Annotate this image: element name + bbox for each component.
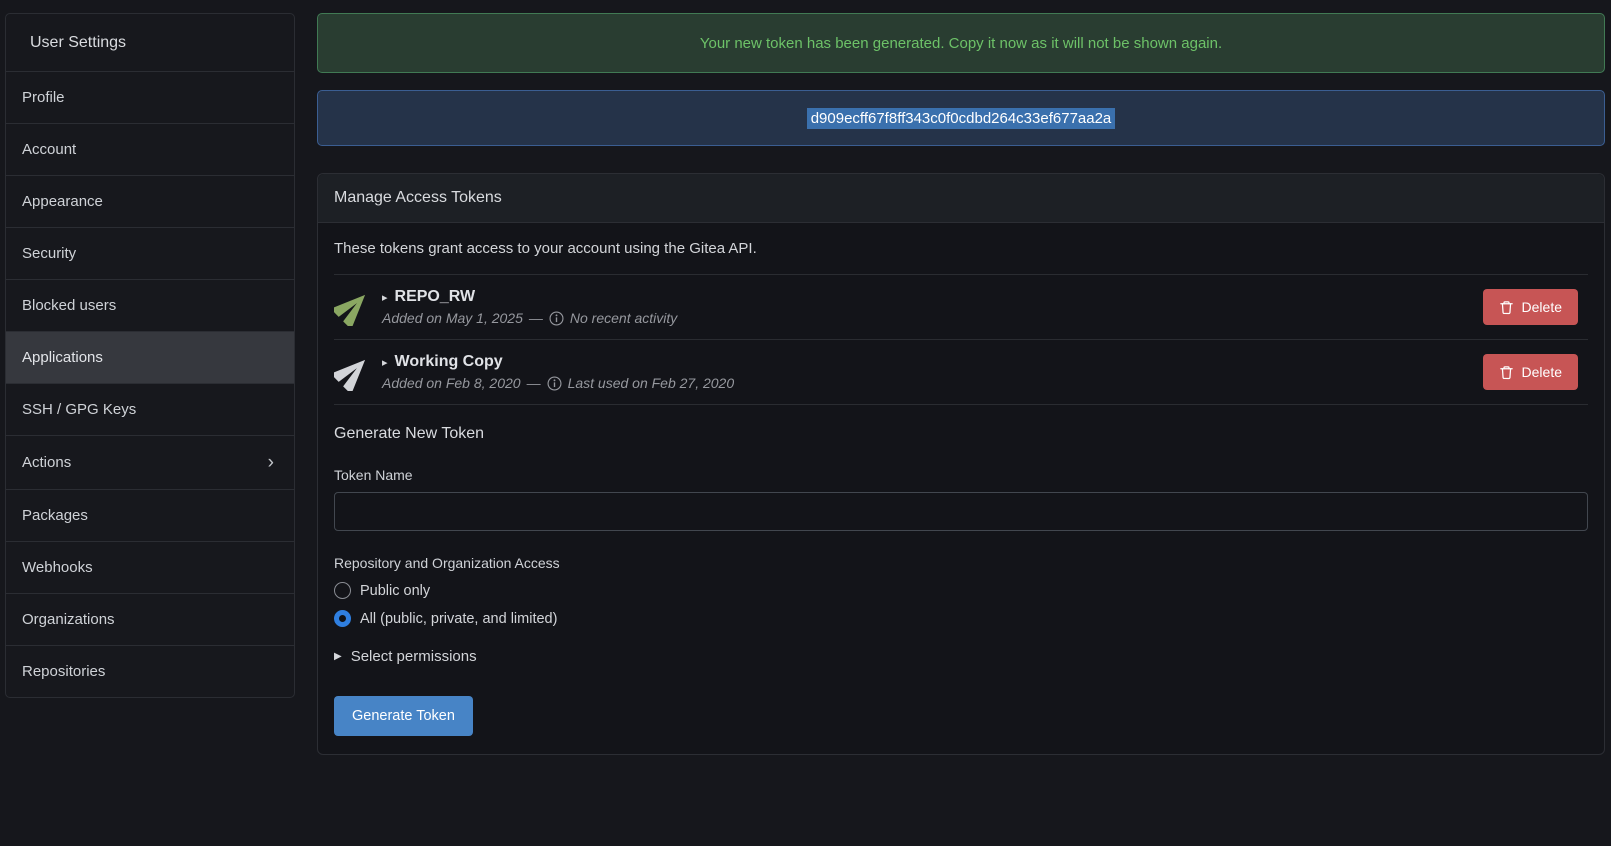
delete-token-button[interactable]: Delete (1483, 354, 1578, 390)
generate-section-title: Generate New Token (334, 425, 1588, 443)
token-name: Working Copy (395, 353, 503, 371)
sidebar-item-account[interactable]: Account (6, 123, 294, 175)
chevron-right-icon: › (268, 453, 274, 472)
sidebar-item-packages[interactable]: Packages (6, 489, 294, 541)
panel-title: Manage Access Tokens (318, 174, 1604, 223)
sidebar-item-profile[interactable]: Profile (6, 71, 294, 123)
panel-description: These tokens grant access to your accoun… (334, 223, 1588, 275)
settings-page: User Settings Profile Account Appearance… (0, 0, 1611, 775)
sidebar-item-repositories[interactable]: Repositories (6, 645, 294, 697)
token-expand-toggle[interactable]: ▸ Working Copy (382, 353, 1483, 371)
radio-all-access[interactable]: All (public, private, and limited) (334, 610, 1588, 627)
sidebar-item-webhooks[interactable]: Webhooks (6, 541, 294, 593)
triangle-right-icon: ▸ (382, 291, 388, 304)
radio-button-icon-checked[interactable] (334, 610, 351, 627)
token-meta: Added on May 1, 2025 — No recent activit… (382, 310, 1483, 326)
sidebar-item-organizations[interactable]: Organizations (6, 593, 294, 645)
generate-token-button[interactable]: Generate Token (334, 696, 473, 736)
new-token-value-bar[interactable]: d909ecff67f8ff343c0f0cdbd264c33ef677aa2a (317, 90, 1605, 146)
token-value[interactable]: d909ecff67f8ff343c0f0cdbd264c33ef677aa2a (807, 108, 1116, 129)
settings-sidebar: User Settings Profile Account Appearance… (5, 13, 295, 698)
token-meta: Added on Feb 8, 2020 — Last used on Feb … (382, 375, 1483, 391)
sidebar-item-appearance[interactable]: Appearance (6, 175, 294, 227)
info-icon (549, 311, 564, 326)
token-generated-alert: Your new token has been generated. Copy … (317, 13, 1605, 73)
radio-button-icon[interactable] (334, 582, 351, 599)
sidebar-item-ssh-gpg-keys[interactable]: SSH / GPG Keys (6, 383, 294, 435)
info-icon (547, 376, 562, 391)
sidebar-item-applications[interactable]: Applications (6, 331, 294, 383)
token-row: ▸ REPO_RW Added on May 1, 2025 — No rece… (318, 275, 1604, 340)
sidebar-item-security[interactable]: Security (6, 227, 294, 279)
manage-access-tokens-panel: Manage Access Tokens These tokens grant … (317, 173, 1605, 755)
main-content: Your new token has been generated. Copy … (317, 13, 1605, 775)
access-scope-label: Repository and Organization Access (334, 555, 1588, 571)
radio-public-only[interactable]: Public only (334, 582, 1588, 599)
delete-token-button[interactable]: Delete (1483, 289, 1578, 325)
sidebar-item-actions[interactable]: Actions › (6, 435, 294, 489)
token-row: ▸ Working Copy Added on Feb 8, 2020 — La… (318, 340, 1604, 405)
select-permissions-toggle[interactable]: ▶ Select permissions (334, 648, 1588, 665)
paper-airplane-icon (334, 288, 372, 326)
panel-description-row: These tokens grant access to your accoun… (318, 223, 1604, 275)
triangle-right-icon: ▶ (334, 651, 342, 662)
trash-icon (1499, 365, 1514, 380)
token-name-input[interactable] (334, 492, 1588, 531)
sidebar-title: User Settings (6, 14, 294, 71)
paper-airplane-icon (334, 353, 372, 391)
trash-icon (1499, 300, 1514, 315)
triangle-right-icon: ▸ (382, 356, 388, 369)
alert-message: Your new token has been generated. Copy … (700, 35, 1222, 52)
token-expand-toggle[interactable]: ▸ REPO_RW (382, 288, 1483, 306)
token-name-label: Token Name (334, 467, 1588, 483)
token-name: REPO_RW (395, 288, 476, 306)
sidebar-item-blocked-users[interactable]: Blocked users (6, 279, 294, 331)
generate-new-token-section: Generate New Token Token Name Repository… (318, 405, 1604, 754)
